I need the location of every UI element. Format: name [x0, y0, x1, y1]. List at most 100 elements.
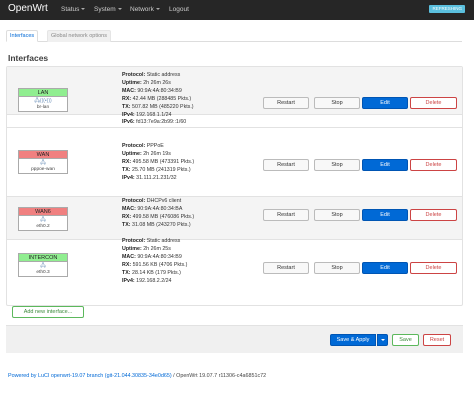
edit-button[interactable]: Edit	[362, 262, 408, 274]
nav-network-label: Network	[130, 6, 154, 13]
delete-button[interactable]: Delete	[410, 159, 457, 171]
info-label: TX:	[122, 269, 131, 276]
refresh-badge[interactable]: REFRESHING	[429, 5, 465, 13]
chevron-down-icon	[81, 8, 86, 11]
add-interface-button[interactable]: Add new interface...	[12, 306, 84, 318]
info-value: 42.44 MB (288485 Pkts.)	[132, 95, 192, 102]
interfaces-table: LAN 🖧(((•))) br-lan Protocol: Static add…	[6, 66, 463, 306]
info-value: 2h 26m 19s	[143, 150, 171, 157]
info-value: 507.82 MB (485220 Pkts.)	[132, 103, 194, 110]
interface-name: WAN	[19, 151, 67, 159]
delete-button[interactable]: Delete	[410, 209, 457, 221]
nav-network[interactable]: Network	[130, 6, 160, 13]
table-row: WAN 🖧 pppoe-wan Protocol: PPPoE Uptime: …	[7, 128, 462, 181]
edit-button[interactable]: Edit	[362, 209, 408, 221]
interface-name: WAN6	[19, 208, 67, 216]
info-value: Static address	[146, 72, 181, 78]
interface-badge: WAN6 🖧 eth0.2	[18, 207, 68, 231]
tab-interfaces[interactable]: Interfaces	[6, 30, 39, 42]
info-value: 2h 26m 26s	[143, 79, 171, 86]
tab-bar: Interfaces Global network options	[6, 30, 462, 42]
info-label: IPv4:	[122, 111, 135, 118]
info-label: TX:	[122, 166, 131, 173]
table-row: INTERCON 🖧 eth0.3 Protocol: Static addre…	[7, 238, 462, 300]
save-apply-button[interactable]: Save & Apply	[330, 334, 376, 346]
interface-device: eth0.3	[36, 270, 50, 275]
restart-button[interactable]: Restart	[263, 97, 309, 109]
nav-system[interactable]: System	[94, 6, 122, 13]
info-value: 28.14 KB (179 Pkts.)	[132, 269, 181, 276]
info-label: IPv6:	[122, 119, 135, 126]
edit-button[interactable]: Edit	[362, 159, 408, 171]
stop-button[interactable]: Stop	[314, 209, 360, 221]
stop-button[interactable]: Stop	[314, 159, 360, 171]
interface-device: eth0.2	[36, 224, 50, 229]
info-value: 90:9A:4A:80:34:B9	[137, 253, 182, 260]
save-apply-dropdown[interactable]	[377, 334, 388, 346]
chevron-down-icon	[155, 8, 160, 11]
info-value: 31.08 MB (243270 Pkts.)	[132, 221, 191, 228]
save-button[interactable]: Save	[392, 334, 419, 346]
info-value: 90:9A:4A:80:34:B9	[137, 87, 182, 94]
info-label: RX:	[122, 261, 132, 268]
info-value: 499.58 MB (476086 Pkts.)	[132, 213, 195, 220]
interface-info: Protocol: Static address Uptime: 2h 26m …	[122, 238, 187, 285]
nav-status-label: Status	[61, 6, 80, 13]
info-label: IPv4:	[122, 277, 135, 284]
nav-logout[interactable]: Logout	[169, 6, 189, 13]
network-device-icon: 🖧	[40, 263, 46, 269]
chevron-down-icon	[381, 339, 385, 341]
brand-logo[interactable]: OpenWrt	[8, 3, 48, 14]
info-value: 31.111.21.231/32	[136, 174, 177, 181]
info-value: PPPoE	[146, 143, 164, 149]
network-device-icon: 🖧	[40, 217, 46, 223]
top-navbar: OpenWrt Status System Network Logout REF…	[0, 0, 474, 20]
info-value: fd13:7e9a:2b99::1/60	[136, 119, 187, 126]
info-value: 192.168.2.2/24	[136, 277, 172, 284]
edit-button[interactable]: Edit	[362, 97, 408, 109]
interface-info: Protocol: DHCPv6 client MAC: 90:9A:4A:80…	[122, 198, 194, 230]
stop-button[interactable]: Stop	[314, 262, 360, 274]
info-label: Protocol:	[122, 198, 146, 204]
restart-button[interactable]: Restart	[263, 209, 309, 221]
restart-button[interactable]: Restart	[263, 262, 309, 274]
luci-link[interactable]: Powered by LuCI openwrt-19.07 branch (gi…	[8, 373, 172, 379]
info-label: RX:	[122, 95, 132, 102]
info-label: TX:	[122, 103, 131, 110]
info-label: Protocol:	[122, 143, 146, 149]
info-label: RX:	[122, 158, 132, 165]
info-value: 25.70 MB (241319 Pkts.)	[132, 166, 191, 173]
interface-name: LAN	[19, 89, 67, 97]
page-title: Interfaces	[8, 53, 49, 63]
delete-button[interactable]: Delete	[410, 97, 457, 109]
info-value: 192.168.1.1/24	[136, 111, 172, 118]
info-value: 90:9A:4A:80:34:BA	[137, 205, 183, 212]
table-row: LAN 🖧(((•))) br-lan Protocol: Static add…	[7, 67, 462, 125]
restart-button[interactable]: Restart	[263, 159, 309, 171]
info-label: Uptime:	[122, 150, 142, 157]
delete-button[interactable]: Delete	[410, 262, 457, 274]
nav-status[interactable]: Status	[61, 6, 86, 13]
info-value: Static address	[146, 238, 181, 244]
info-label: Protocol:	[122, 238, 146, 244]
interface-badge: LAN 🖧(((•))) br-lan	[18, 88, 68, 112]
info-value: DHCPv6 client	[146, 198, 182, 204]
nav-system-label: System	[94, 6, 116, 13]
interface-device: pppoe-wan	[31, 167, 55, 172]
interface-badge: INTERCON 🖧 eth0.3	[18, 253, 68, 277]
info-value: 495.58 MB (473391 Pkts.)	[132, 158, 195, 165]
info-label: Uptime:	[122, 79, 142, 86]
info-label: Protocol:	[122, 72, 146, 78]
interface-device: br-lan	[36, 105, 50, 110]
firmware-version: OpenWrt 19.07.7 r11306-c4a6851c72	[176, 373, 267, 379]
stop-button[interactable]: Stop	[314, 97, 360, 109]
info-label: MAC:	[122, 253, 136, 260]
info-label: MAC:	[122, 87, 136, 94]
chevron-down-icon	[117, 8, 122, 11]
info-label: RX:	[122, 213, 132, 220]
info-label: TX:	[122, 221, 131, 228]
info-label: MAC:	[122, 205, 136, 212]
table-row: WAN6 🖧 eth0.2 Protocol: DHCPv6 client MA…	[7, 197, 462, 239]
reset-button[interactable]: Reset	[423, 334, 451, 346]
tab-global-network-options[interactable]: Global network options	[47, 30, 111, 42]
